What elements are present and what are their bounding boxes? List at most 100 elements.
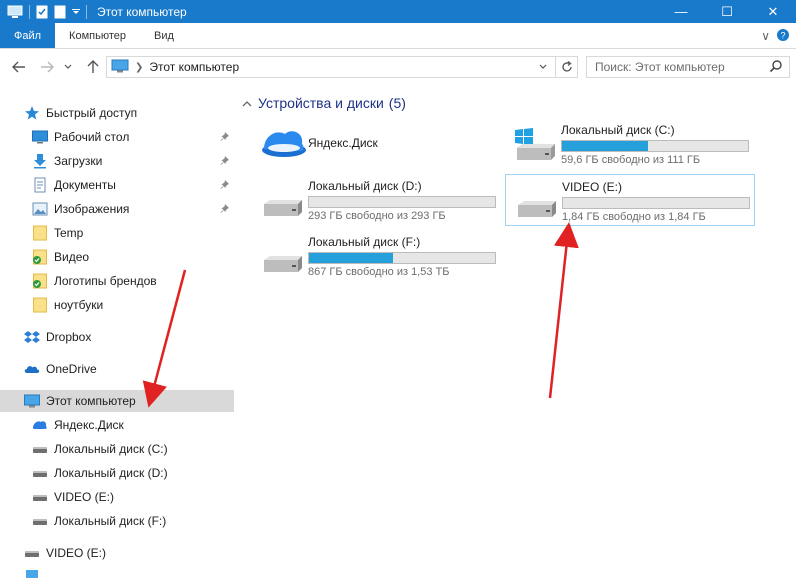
quick-access-toolbar	[0, 4, 87, 19]
search-placeholder: Поиск: Этот компьютер	[595, 60, 725, 74]
sidebar-item-video-drive[interactable]: VIDEO (E:)	[0, 542, 234, 564]
group-title: Устройства и диски	[258, 95, 384, 111]
collapse-chevron-icon[interactable]	[242, 95, 252, 111]
sidebar-item-network-partial[interactable]	[0, 570, 234, 582]
close-button[interactable]: ✕	[750, 0, 796, 23]
computer-icon	[24, 393, 40, 409]
dropbox-icon	[24, 329, 40, 345]
tab-view[interactable]: Вид	[140, 23, 188, 48]
maximize-button[interactable]: ☐	[704, 0, 750, 23]
sidebar-item-laptops[interactable]: ноутбуки	[0, 294, 234, 316]
search-input[interactable]: Поиск: Этот компьютер	[586, 56, 790, 78]
new-file-icon[interactable]	[54, 5, 66, 19]
sidebar-item-label: Этот компьютер	[46, 394, 136, 408]
yandex-disk-icon	[32, 417, 48, 433]
tile-name: Локальный диск (F:)	[308, 235, 421, 249]
up-arrow-icon	[87, 60, 99, 73]
tile-drive-f[interactable]: Локальный диск (F:) 867 ГБ свободно из 1…	[252, 230, 502, 282]
sidebar-item-label: VIDEO (E:)	[54, 490, 115, 504]
sidebar-item-drive-e[interactable]: VIDEO (E:)	[0, 486, 234, 508]
tile-drive-c[interactable]: Локальный диск (C:) 59,6 ГБ свободно из …	[505, 118, 755, 170]
customize-toolbar-icon[interactable]	[72, 8, 80, 15]
forward-button[interactable]	[36, 56, 58, 78]
navigation-pane: Быстрый доступ Рабочий стол Загрузки Док…	[0, 96, 234, 582]
drive-icon	[32, 441, 48, 457]
properties-icon[interactable]	[36, 5, 48, 19]
sidebar-item-desktop[interactable]: Рабочий стол	[0, 126, 234, 148]
devices-group-header[interactable]: Устройства и диски (5)	[242, 95, 406, 111]
sidebar-item-label: ноутбуки	[54, 298, 104, 312]
sidebar-item-yandex-disk[interactable]: Яндекс.Диск	[0, 414, 234, 436]
sidebar-item-documents[interactable]: Документы	[0, 174, 234, 196]
sidebar-item-label: Локальный диск (C:)	[54, 442, 168, 456]
annotation-arrow-to-video-drive	[548, 222, 579, 399]
tile-name: Яндекс.Диск	[308, 136, 378, 150]
toolbar-separator	[86, 4, 87, 19]
sidebar-item-onedrive[interactable]: OneDrive	[0, 358, 234, 380]
tile-free-space: 59,6 ГБ свободно из 111 ГБ	[561, 154, 701, 166]
breadcrumb-separator-icon[interactable]: ❯	[135, 62, 143, 73]
folder-synced-icon	[32, 249, 48, 265]
chevron-down-icon	[539, 64, 547, 69]
ribbon-tabs: Файл Компьютер Вид ∨ ?	[0, 23, 796, 49]
pin-icon[interactable]	[220, 179, 230, 193]
svg-text:?: ?	[780, 30, 785, 40]
sidebar-item-label: VIDEO (E:)	[46, 546, 107, 560]
tile-drive-e[interactable]: VIDEO (E:) 1,84 ГБ свободно из 1,84 ГБ	[505, 174, 755, 226]
tile-free-space: 867 ГБ свободно из 1,53 ТБ	[308, 266, 450, 278]
up-button[interactable]	[82, 56, 104, 78]
windows-drive-icon	[511, 128, 557, 167]
drive-usage-bar	[561, 140, 749, 152]
address-bar[interactable]: ❯ Этот компьютер	[106, 56, 578, 78]
search-icon[interactable]	[769, 59, 783, 76]
refresh-icon	[561, 61, 572, 72]
tab-computer[interactable]: Компьютер	[55, 23, 140, 48]
sidebar-item-drive-c[interactable]: Локальный диск (C:)	[0, 438, 234, 460]
address-history-dropdown[interactable]	[533, 57, 553, 77]
sidebar-item-label: OneDrive	[46, 362, 97, 376]
back-button[interactable]	[8, 56, 30, 78]
tile-drive-d[interactable]: Локальный диск (D:) 293 ГБ свободно из 2…	[252, 174, 502, 226]
sidebar-item-downloads[interactable]: Загрузки	[0, 150, 234, 172]
drive-icon	[258, 184, 304, 223]
drive-icon	[24, 545, 40, 561]
sidebar-item-temp[interactable]: Temp	[0, 222, 234, 244]
drive-usage-bar	[562, 197, 750, 209]
toolbar-separator	[29, 4, 30, 19]
sidebar-item-video[interactable]: Видео	[0, 246, 234, 268]
drive-icon	[32, 489, 48, 505]
expand-ribbon-icon[interactable]: ∨	[761, 29, 770, 43]
window-controls: — ☐ ✕	[658, 0, 796, 23]
sidebar-item-quick-access[interactable]: Быстрый доступ	[0, 102, 234, 124]
breadcrumb-this-pc[interactable]: Этот компьютер	[149, 60, 239, 74]
drive-icon	[32, 465, 48, 481]
window-title: Этот компьютер	[97, 4, 187, 19]
sidebar-item-this-pc[interactable]: Этот компьютер	[0, 390, 234, 412]
tile-yandex-disk[interactable]: Яндекс.Диск	[252, 118, 502, 170]
pin-icon[interactable]	[220, 155, 230, 169]
minimize-button[interactable]: —	[658, 0, 704, 23]
drive-usage-fill	[309, 253, 393, 263]
sidebar-item-drive-f[interactable]: Локальный диск (F:)	[0, 510, 234, 532]
back-arrow-icon	[12, 61, 25, 73]
sidebar-item-label: Temp	[54, 226, 84, 240]
sidebar-item-label: Видео	[54, 250, 90, 264]
tab-file[interactable]: Файл	[0, 23, 56, 48]
sidebar-item-dropbox[interactable]: Dropbox	[0, 326, 234, 348]
recent-locations-button[interactable]	[60, 56, 76, 78]
help-icon[interactable]: ?	[776, 28, 790, 45]
drive-icon	[258, 240, 304, 279]
sidebar-item-label: Изображения	[54, 202, 130, 216]
computer-icon[interactable]	[7, 5, 23, 19]
sidebar-item-label: Яндекс.Диск	[54, 418, 124, 432]
sidebar-item-brand-logos[interactable]: Логотипы брендов	[0, 270, 234, 292]
sidebar-item-pictures[interactable]: Изображения	[0, 198, 234, 220]
pin-icon[interactable]	[220, 131, 230, 145]
sidebar-item-label: Локальный диск (F:)	[54, 514, 167, 528]
refresh-button[interactable]	[555, 57, 577, 77]
sidebar-item-drive-d[interactable]: Локальный диск (D:)	[0, 462, 234, 484]
network-icon	[24, 570, 40, 582]
drive-usage-fill	[562, 141, 648, 151]
sidebar-item-label: Логотипы брендов	[54, 274, 157, 288]
pin-icon[interactable]	[220, 203, 230, 217]
